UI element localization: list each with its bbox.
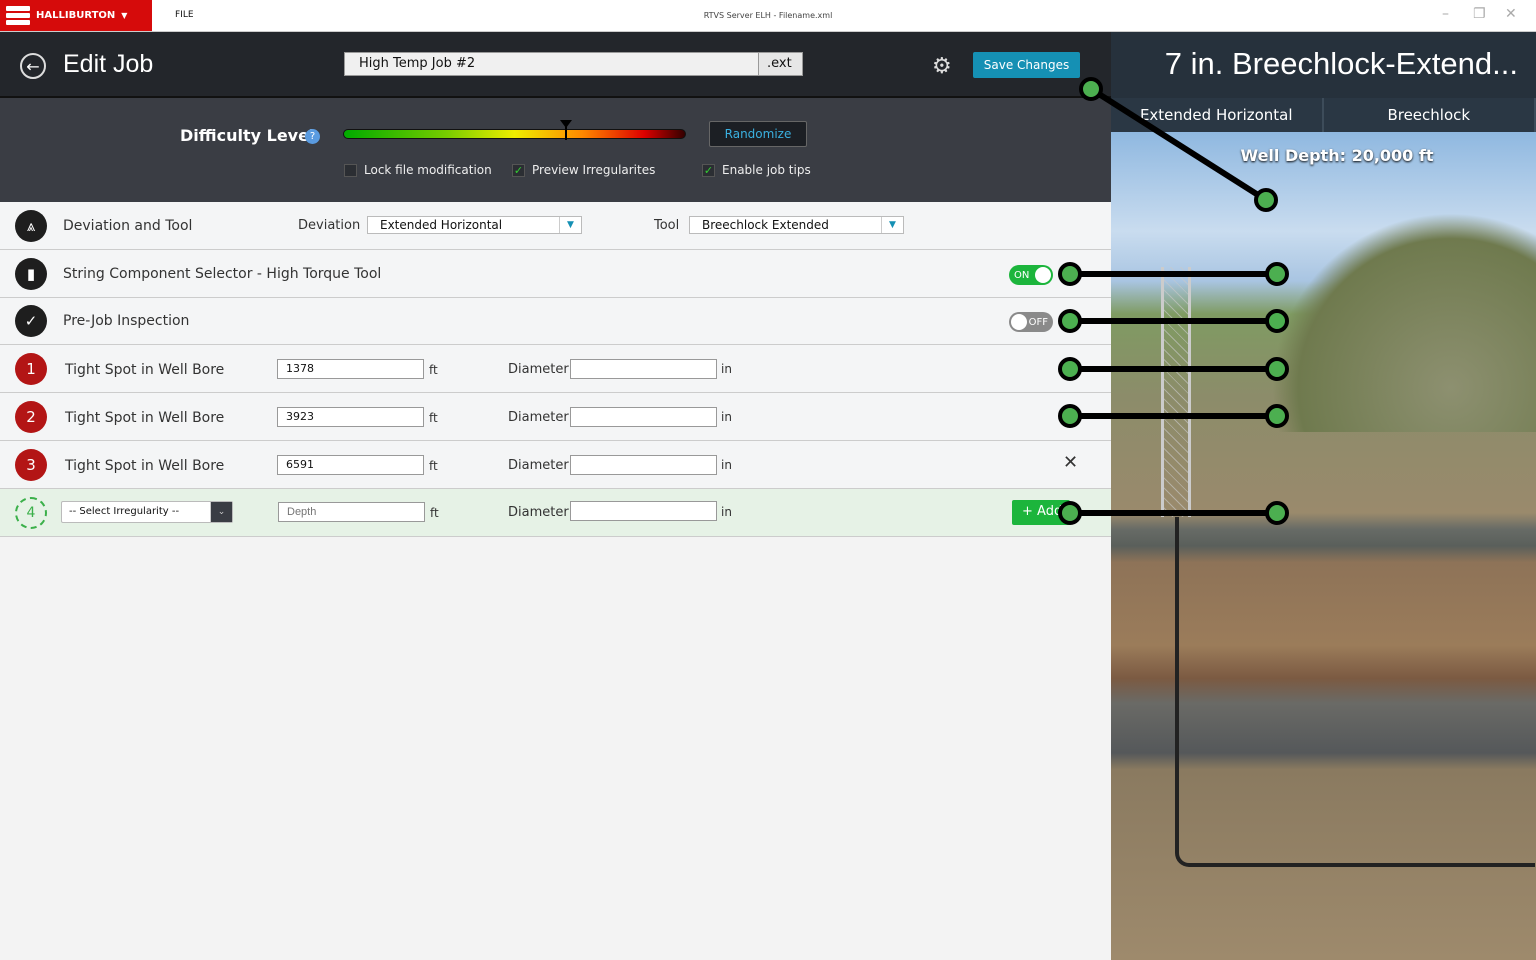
back-arrow-icon[interactable]: ←: [20, 53, 46, 79]
row-label: Pre-Job Inspection: [63, 313, 190, 329]
checkbox-label: Enable job tips: [722, 163, 811, 177]
depth-input[interactable]: 1378: [277, 359, 424, 379]
unit-label: in: [721, 410, 732, 424]
unit-label: in: [721, 362, 732, 376]
job-name-input[interactable]: High Temp Job #2: [344, 52, 759, 76]
save-changes-button[interactable]: Save Changes: [973, 52, 1080, 78]
unit-label: in: [721, 505, 732, 519]
irregularity-select[interactable]: -- Select Irregularity -- ⌄: [61, 501, 233, 523]
preview-irregularities-checkbox[interactable]: ✓ Preview Irregularites: [512, 163, 655, 177]
diameter-label: Diameter: [508, 505, 569, 520]
item-number: 1: [15, 353, 47, 385]
new-item-number: 4: [15, 497, 47, 529]
unit-label: in: [721, 458, 732, 472]
caret-down-icon: ▼: [559, 217, 581, 233]
diameter-label: Diameter: [508, 458, 569, 473]
remove-icon[interactable]: ✕: [1063, 404, 1078, 425]
tool-component-icon: ▮: [15, 258, 47, 290]
add-button[interactable]: + Add: [1012, 500, 1070, 525]
difficulty-panel: [0, 98, 1111, 202]
checkbox-icon: [344, 163, 357, 177]
depth-input[interactable]: 6591: [277, 455, 424, 475]
randomize-button[interactable]: Randomize: [709, 121, 807, 147]
unit-label: ft: [429, 363, 438, 377]
row-label: Tight Spot in Well Bore: [65, 362, 225, 378]
drilling-rig-icon: ⩓: [15, 210, 47, 242]
preview-panel: 7 in. Breechlock-Extend... Extended Hori…: [1111, 32, 1536, 960]
tab-tool[interactable]: Breechlock: [1324, 98, 1536, 132]
page-title: Edit Job: [63, 50, 154, 78]
well-depth-label: Well Depth: 20,000 ft: [1240, 146, 1434, 165]
tool-select[interactable]: Breechlock Extended ▼: [689, 216, 904, 234]
tool-label: Tool: [654, 218, 680, 233]
depth-input[interactable]: 3923: [277, 407, 424, 427]
item-number: 2: [15, 401, 47, 433]
unit-label: ft: [429, 459, 438, 473]
remove-icon[interactable]: ✕: [1063, 452, 1078, 473]
unit-label: ft: [430, 506, 439, 520]
deviation-label: Deviation: [298, 218, 361, 233]
difficulty-slider[interactable]: [343, 129, 686, 139]
well-scene-image: [1111, 132, 1536, 960]
enable-job-tips-checkbox[interactable]: ✓ Enable job tips: [702, 163, 811, 177]
depth-input[interactable]: [278, 502, 425, 522]
select-value: Extended Horizontal: [380, 218, 503, 232]
checkmark-icon: ✓: [15, 305, 47, 337]
slider-handle[interactable]: [559, 120, 572, 128]
remove-icon[interactable]: ✕: [1063, 356, 1078, 377]
slider-marker-line: [564, 126, 567, 140]
window-title: RTVS Server ELH - Filename.xml: [703, 11, 833, 20]
string-component-toggle[interactable]: ON: [1009, 265, 1053, 285]
diameter-input[interactable]: [570, 455, 717, 475]
checkbox-label: Preview Irregularites: [532, 163, 656, 177]
select-value: Breechlock Extended: [702, 218, 829, 232]
row-label: Tight Spot in Well Bore: [65, 410, 225, 426]
maximize-icon[interactable]: ❐: [1473, 6, 1486, 22]
hill-image: [1271, 212, 1536, 432]
help-icon[interactable]: ?: [305, 129, 320, 144]
row-label: Tight Spot in Well Bore: [65, 458, 225, 474]
diameter-label: Diameter: [508, 410, 569, 425]
row-label: Deviation and Tool: [63, 218, 193, 234]
well-bore-pipe: [1175, 517, 1535, 867]
deviation-select[interactable]: Extended Horizontal ▼: [367, 216, 582, 234]
row-label: String Component Selector - High Torque …: [63, 266, 382, 282]
diameter-input[interactable]: [570, 359, 717, 379]
preview-title: 7 in. Breechlock-Extend...: [1111, 32, 1536, 98]
item-number: 3: [15, 449, 47, 481]
diameter-label: Diameter: [508, 362, 569, 377]
chevron-down-icon: ⌄: [210, 502, 232, 522]
diameter-input[interactable]: [570, 501, 717, 521]
toggle-knob: [1011, 314, 1027, 330]
difficulty-label: Difficulty Level: [180, 126, 315, 145]
check-icon: ✓: [702, 163, 715, 177]
toggle-label: ON: [1014, 269, 1030, 281]
prejob-toggle[interactable]: OFF: [1009, 312, 1053, 332]
check-icon: ✓: [512, 163, 525, 177]
tab-deviation[interactable]: Extended Horizontal: [1111, 98, 1324, 132]
select-placeholder: -- Select Irregularity --: [69, 506, 180, 517]
toggle-label: OFF: [1028, 316, 1048, 328]
lock-file-checkbox[interactable]: Lock file modification: [344, 163, 492, 177]
close-icon[interactable]: ✕: [1505, 6, 1517, 22]
preview-tabs: Extended Horizontal Breechlock: [1111, 98, 1536, 132]
unit-label: ft: [429, 411, 438, 425]
caret-down-icon: ▼: [881, 217, 903, 233]
diameter-input[interactable]: [570, 407, 717, 427]
minimize-icon[interactable]: –: [1442, 6, 1449, 22]
extension-label: .ext: [758, 52, 803, 76]
checkbox-label: Lock file modification: [364, 163, 492, 177]
toggle-knob: [1035, 267, 1051, 283]
gear-icon[interactable]: ⚙: [932, 54, 952, 79]
drilling-rig-image: [1161, 267, 1191, 517]
